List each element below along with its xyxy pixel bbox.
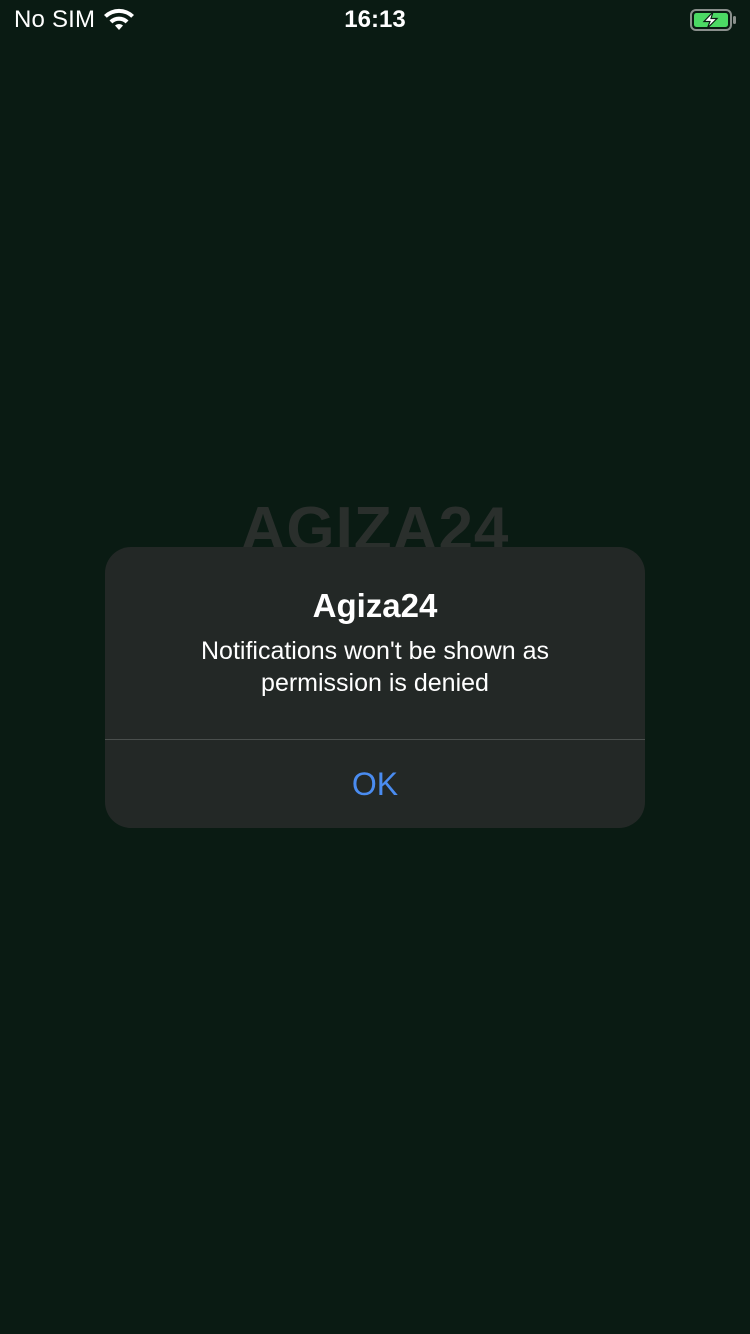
permission-alert: Agiza24 Notifications won't be shown as … — [105, 547, 645, 828]
alert-title: Agiza24 — [312, 587, 438, 624]
status-bar: No SIM 16:13 — [0, 0, 750, 40]
app-screen: No SIM 16:13 AGIZA24 Agiza24 Notificatio… — [0, 0, 750, 1334]
alert-message: Notifications won't be shown as permissi… — [200, 637, 549, 697]
status-time: 16:13 — [344, 6, 406, 33]
ok-button[interactable]: OK — [105, 740, 645, 828]
battery-charging-icon — [690, 8, 738, 32]
